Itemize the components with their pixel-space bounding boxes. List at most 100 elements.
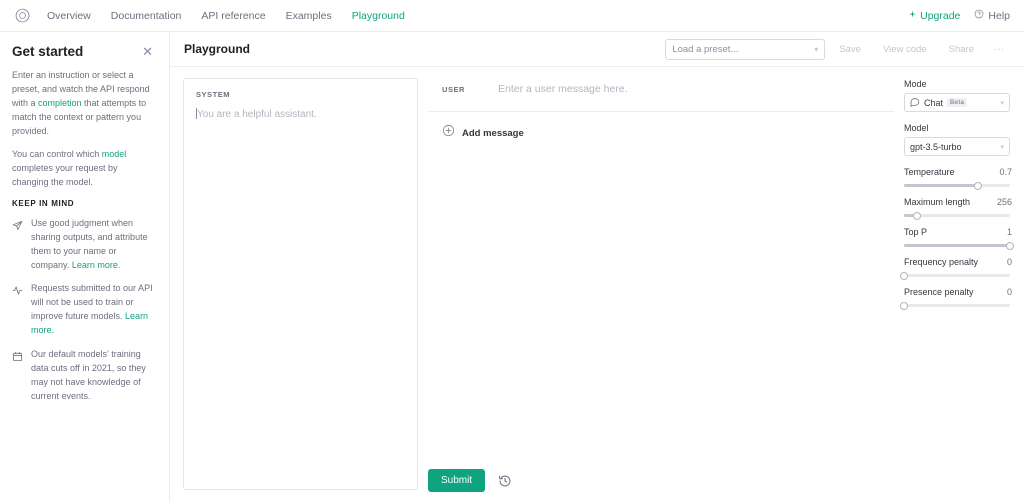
sidebar-header: Get started ✕ — [12, 44, 155, 60]
playground-toolbar: Playground Load a preset... ▾ Save View … — [170, 32, 1024, 67]
slider-track[interactable] — [900, 271, 1010, 280]
nav-right-group: Upgrade Help — [908, 9, 1010, 22]
slider-header: Frequency penalty 0 — [904, 257, 1012, 267]
slider-label: Temperature — [904, 167, 955, 177]
keep-in-mind-text: Our default models' training data cuts o… — [31, 348, 155, 404]
share-button[interactable]: Share — [941, 39, 982, 60]
sidebar-paragraph-2-pre: You can control which — [12, 148, 102, 159]
activity-pulse-icon — [12, 282, 24, 338]
system-message-panel[interactable]: SYSTEM You are a helpful assistant. — [183, 78, 418, 490]
model-value: gpt-3.5-turbo — [910, 141, 962, 152]
submit-bar: Submit — [428, 469, 513, 492]
slider-label: Frequency penalty — [904, 257, 979, 267]
close-icon[interactable]: ✕ — [140, 44, 155, 59]
plus-circle-icon — [442, 124, 455, 142]
slider-track[interactable] — [900, 301, 1010, 310]
mode-select[interactable]: Chat Beta ▾ — [904, 93, 1010, 112]
sidebar-link-completion[interactable]: completion — [38, 98, 82, 108]
system-label: SYSTEM — [196, 90, 230, 99]
kim-body-2: Our default models' training data cuts o… — [31, 349, 146, 401]
slider-fill — [904, 184, 979, 187]
chevron-down-icon: ▾ — [814, 44, 819, 54]
top-navigation-bar: Overview Documentation API reference Exa… — [0, 0, 1024, 32]
keep-in-mind-item: Our default models' training data cuts o… — [12, 348, 155, 404]
user-message-input[interactable]: Enter a user message here. — [498, 83, 628, 95]
system-placeholder-text: You are a helpful assistant. — [197, 109, 317, 120]
slider-thumb[interactable] — [912, 211, 921, 220]
sidebar-paragraph-2: You can control which model completes yo… — [12, 148, 155, 190]
sidebar-link-model[interactable]: model — [102, 149, 127, 159]
primary-nav-links: Overview Documentation API reference Exa… — [47, 10, 405, 22]
slider-frequency-penalty: Frequency penalty 0 — [900, 257, 1012, 280]
chevron-down-icon: ▾ — [1000, 99, 1004, 107]
keep-in-mind-item: Requests submitted to our API will not b… — [12, 282, 155, 338]
nav-link-examples[interactable]: Examples — [286, 10, 332, 22]
help-label: Help — [988, 9, 1010, 22]
slider-top-p: Top P 1 — [904, 227, 1014, 250]
slider-track[interactable] — [904, 241, 1014, 250]
save-button[interactable]: Save — [831, 39, 869, 60]
keep-in-mind-heading: KEEP IN MIND — [12, 198, 75, 208]
slider-value: 0 — [1006, 287, 1012, 297]
keep-in-mind-item: Use good judgment when sharing outputs, … — [12, 217, 155, 273]
slider-thumb[interactable] — [974, 181, 983, 190]
view-code-button[interactable]: View code — [875, 39, 935, 60]
slider-header: Presence penalty 0 — [904, 287, 1012, 297]
slider-thumb[interactable] — [1006, 241, 1014, 250]
kim-learn-more-0[interactable]: Learn more. — [72, 260, 121, 270]
slider-label: Top P — [904, 227, 928, 237]
sidebar-title: Get started — [12, 44, 84, 59]
add-message-button[interactable]: Add message — [428, 112, 894, 154]
upgrade-button[interactable]: Upgrade — [908, 10, 960, 22]
chevron-down-icon: ▾ — [1000, 143, 1004, 151]
model-select[interactable]: gpt-3.5-turbo ▾ — [904, 137, 1010, 156]
slider-thumb[interactable] — [900, 271, 908, 280]
slider-track[interactable] — [904, 181, 1010, 190]
chat-bubble-icon — [910, 97, 920, 109]
slider-label: Presence penalty — [904, 287, 974, 297]
nav-link-overview[interactable]: Overview — [47, 10, 91, 22]
sidebar-paragraph-1: Enter an instruction or select a preset,… — [12, 69, 155, 139]
toolbar-actions: Load a preset... ▾ Save View code Share … — [665, 38, 1010, 60]
help-button[interactable]: Help — [974, 9, 1010, 22]
slider-label: Maximum length — [904, 197, 971, 207]
nav-link-api-reference[interactable]: API reference — [201, 10, 265, 22]
openai-logo-icon[interactable] — [14, 7, 31, 24]
history-clock-icon[interactable] — [497, 473, 513, 489]
parameters-panel: Mode Chat Beta ▾ Model gpt-3.5-turbo ▾ T… — [894, 67, 1024, 502]
keep-in-mind-text: Requests submitted to our API will not b… — [31, 282, 155, 338]
preset-select[interactable]: Load a preset... ▾ — [665, 38, 826, 60]
slider-presence-penalty: Presence penalty 0 — [900, 287, 1012, 310]
slider-value: 0 — [1006, 257, 1012, 267]
more-options-button[interactable]: ··· — [988, 39, 1010, 60]
mode-value: Chat — [924, 97, 944, 108]
upgrade-label: Upgrade — [920, 9, 961, 22]
paper-plane-icon — [12, 217, 24, 273]
sparkle-icon — [908, 10, 917, 22]
mode-label: Mode — [904, 79, 927, 89]
question-circle-icon — [974, 9, 984, 22]
message-row-user[interactable]: USER Enter a user message here. — [428, 67, 894, 112]
slider-header: Maximum length 256 — [904, 197, 1012, 207]
add-message-label: Add message — [462, 127, 524, 139]
slider-track[interactable] — [904, 211, 1010, 220]
model-label: Model — [904, 123, 929, 133]
messages-column: USER Enter a user message here. Add mess… — [428, 67, 894, 502]
page-title: Playground — [184, 42, 251, 56]
get-started-sidebar: Get started ✕ Enter an instruction or se… — [0, 32, 170, 502]
sidebar-paragraph-2-post: completes your request by changing the m… — [12, 162, 118, 187]
slider-header: Top P 1 — [904, 227, 1012, 237]
preset-select-value: Load a preset... — [672, 43, 739, 55]
nav-link-playground[interactable]: Playground — [352, 10, 405, 22]
slider-temperature: Temperature 0.7 — [904, 167, 1012, 190]
slider-value: 1 — [1006, 227, 1012, 237]
calendar-icon — [12, 348, 24, 404]
system-message-input[interactable]: You are a helpful assistant. — [196, 108, 405, 122]
slider-value: 256 — [996, 197, 1012, 207]
message-role-label: USER — [442, 85, 465, 94]
slider-fill — [904, 244, 1010, 247]
submit-button[interactable]: Submit — [428, 469, 486, 492]
slider-thumb[interactable] — [900, 301, 908, 310]
slider-value: 0.7 — [999, 167, 1012, 177]
nav-link-documentation[interactable]: Documentation — [111, 10, 182, 22]
